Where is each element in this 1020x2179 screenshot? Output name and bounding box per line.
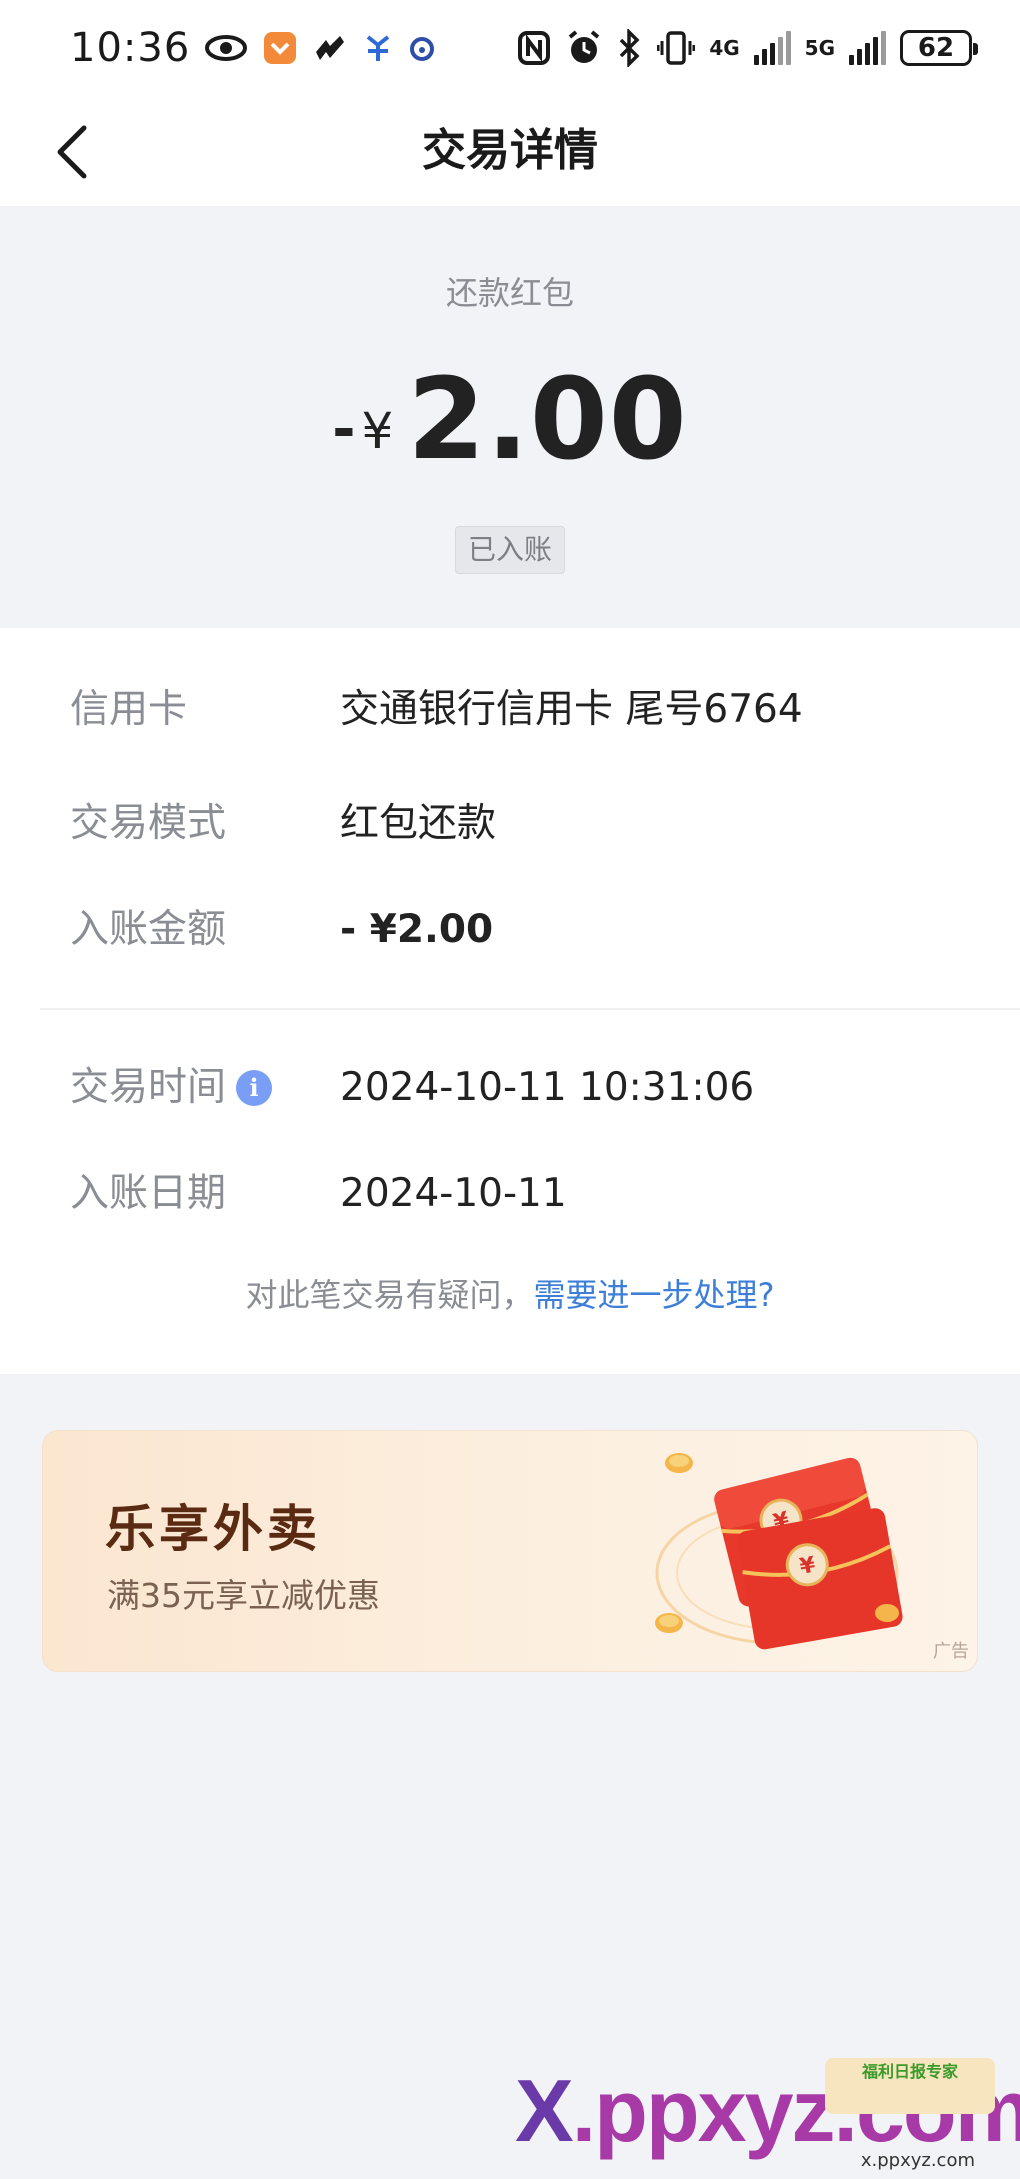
amount-header: 还款红包 - ¥ 2.00 已入账 bbox=[0, 206, 1020, 628]
time-label: 交易时间 bbox=[70, 1065, 227, 1110]
currency-symbol: ¥ bbox=[361, 402, 394, 460]
vibrate-icon bbox=[657, 28, 696, 68]
shield-app-icon bbox=[262, 28, 298, 68]
nfc-icon bbox=[517, 28, 551, 68]
back-button[interactable] bbox=[34, 114, 110, 190]
baidu-app-icon bbox=[408, 28, 436, 68]
status-badge: 已入账 bbox=[455, 526, 565, 574]
chevron-left-icon bbox=[57, 125, 87, 179]
status-right: 4G 5G 62 bbox=[517, 28, 978, 68]
alarm-icon bbox=[565, 28, 603, 68]
app-notification-icon bbox=[312, 28, 348, 68]
amount-value: 2.00 bbox=[407, 355, 688, 485]
watermark-badge: 福利日报专家 bbox=[825, 2058, 995, 2114]
amount-sign: - bbox=[332, 397, 356, 462]
page-title: 交易详情 bbox=[422, 125, 598, 176]
eye-icon bbox=[204, 28, 248, 68]
time-label-wrap: 交易时间 i bbox=[70, 1058, 273, 1118]
watermark: X.ppxyz.com 福利日报专家 x.ppxyz.com bbox=[515, 2058, 1020, 2171]
mode-value: 红包还款 bbox=[340, 801, 497, 846]
row-transaction-mode: 交易模式 红包还款 bbox=[0, 794, 1020, 854]
posted-amount-label: 入账金额 bbox=[70, 907, 227, 952]
date-label: 入账日期 bbox=[70, 1171, 227, 1216]
bank-app-icon bbox=[362, 28, 394, 68]
date-value: 2024-10-11 bbox=[340, 1171, 567, 1216]
row-credit-card: 信用卡 交通银行信用卡 尾号6764 bbox=[0, 680, 1020, 740]
row-posting-date: 入账日期 2024-10-11 bbox=[0, 1164, 1020, 1224]
status-left: 10:36 bbox=[70, 25, 436, 71]
help-line: 对此笔交易有疑问，需要进一步处理? bbox=[0, 1270, 1020, 1316]
amount-display: - ¥ 2.00 bbox=[0, 356, 1020, 476]
watermark-url: x.ppxyz.com bbox=[860, 2150, 975, 2171]
divider bbox=[40, 1008, 1020, 1010]
mode-label: 交易模式 bbox=[70, 801, 227, 846]
ad-banner[interactable]: 乐享外卖 满35元享立减优惠 ¥ ¥ 广告 bbox=[42, 1430, 978, 1672]
card-label: 信用卡 bbox=[70, 687, 188, 732]
time-value: 2024-10-11 10:31:06 bbox=[340, 1065, 755, 1110]
status-time: 10:36 bbox=[70, 25, 191, 71]
info-icon[interactable]: i bbox=[236, 1070, 273, 1106]
ad-tag: 广告 bbox=[933, 1641, 969, 1662]
nav-bar: 交易详情 bbox=[0, 96, 1020, 206]
network-4g-label: 4G bbox=[709, 36, 740, 60]
detail-card: 信用卡 交通银行信用卡 尾号6764 交易模式 红包还款 入账金额 - ¥2.0… bbox=[0, 628, 1020, 1374]
transaction-type: 还款红包 bbox=[445, 274, 574, 312]
battery-icon: 62 bbox=[900, 30, 978, 66]
watermark-x: X bbox=[515, 2061, 574, 2160]
row-posted-amount: 入账金额 - ¥2.00 bbox=[0, 900, 1020, 960]
ad-subtitle: 满35元享立减优惠 bbox=[107, 1576, 380, 1615]
red-envelope-icon: ¥ ¥ bbox=[655, 1453, 903, 1650]
bluetooth-icon bbox=[617, 28, 643, 68]
ad-title: 乐享外卖 bbox=[105, 1500, 321, 1558]
status-bar: 10:36 4G 5G 62 bbox=[0, 0, 1020, 96]
help-question: 对此笔交易有疑问， bbox=[245, 1276, 534, 1314]
signal-1-icon bbox=[753, 31, 791, 65]
posted-amount-value: - ¥2.00 bbox=[340, 907, 494, 952]
network-5g-label: 5G bbox=[804, 36, 835, 60]
signal-2-icon bbox=[849, 31, 886, 65]
help-link[interactable]: 需要进一步处理? bbox=[534, 1276, 775, 1314]
row-transaction-time: 交易时间 i 2024-10-11 10:31:06 bbox=[0, 1058, 1020, 1118]
card-value: 交通银行信用卡 尾号6764 bbox=[340, 687, 803, 732]
